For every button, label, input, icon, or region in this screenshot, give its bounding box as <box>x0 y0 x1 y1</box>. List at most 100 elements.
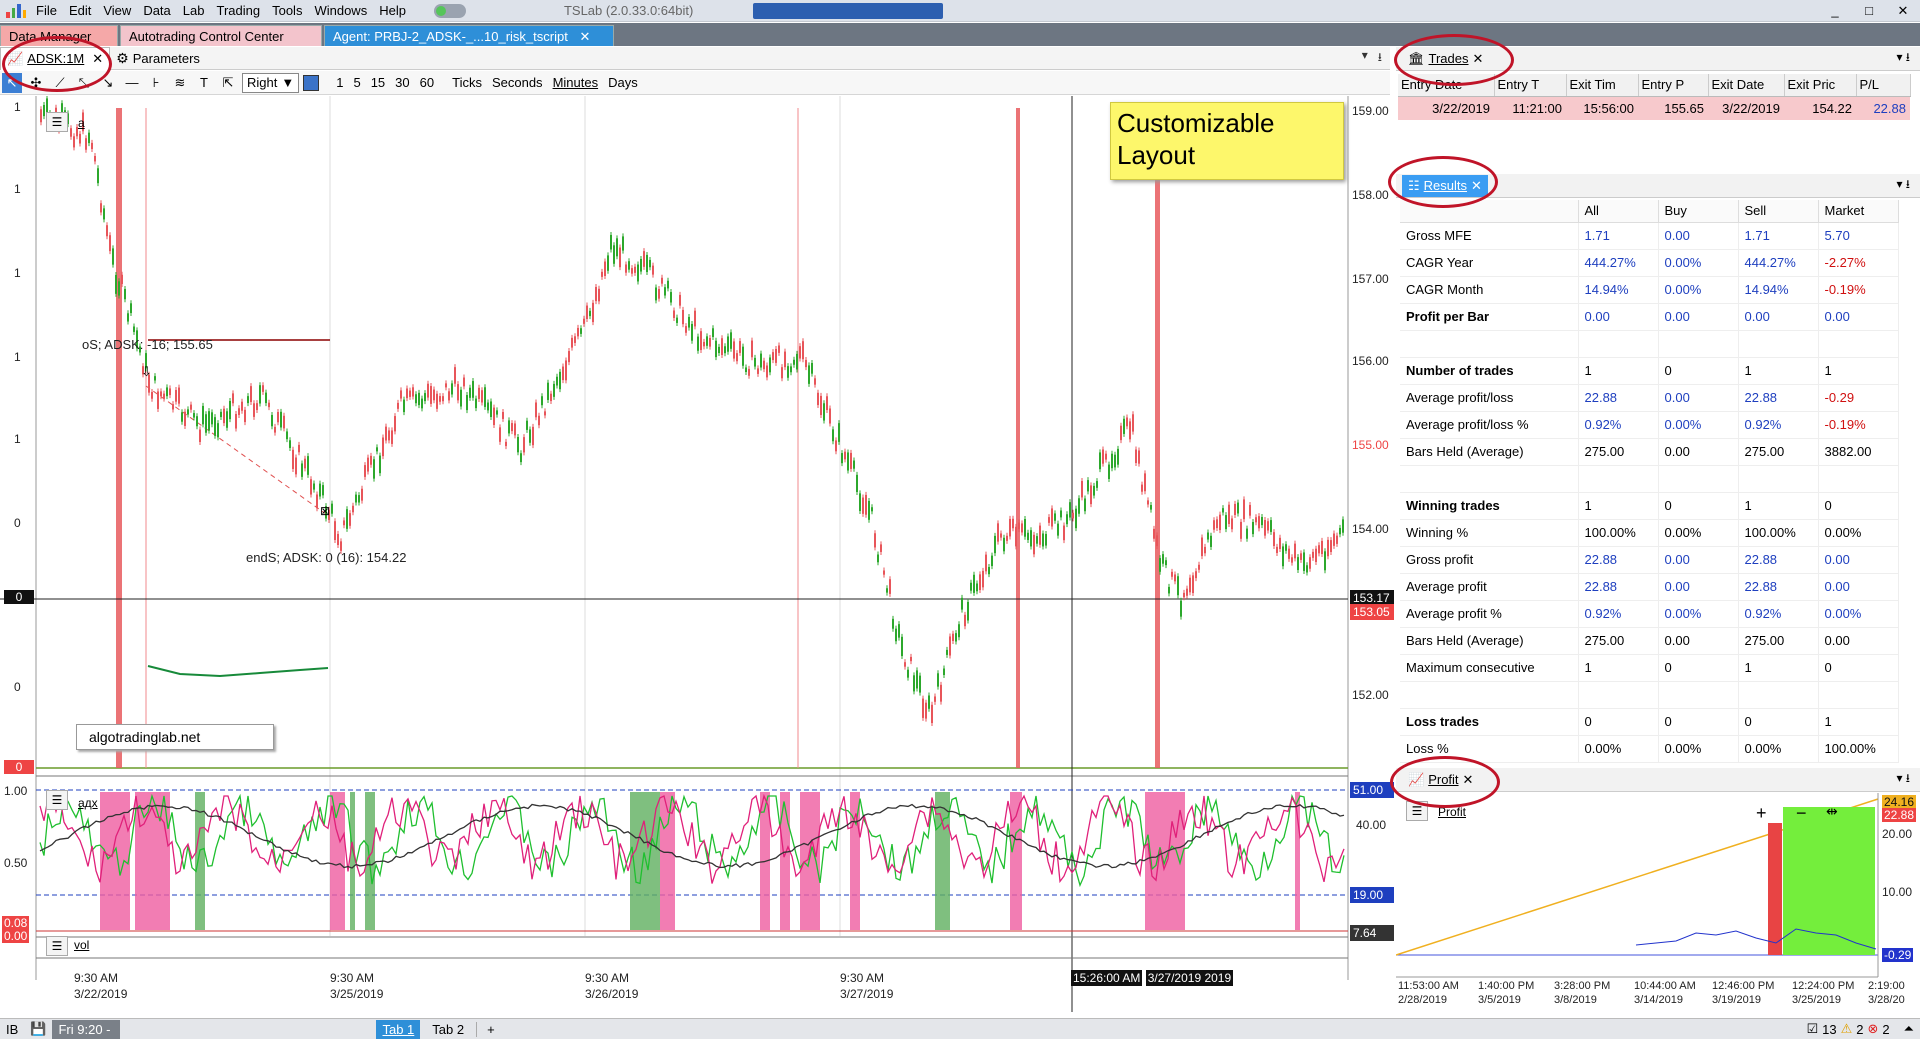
table-row[interactable]: Loss trades 0 0 0 1 <box>1400 708 1899 736</box>
column-header[interactable]: P/L <box>1856 74 1911 97</box>
text-tool-icon[interactable]: T <box>194 73 214 93</box>
maximize-icon[interactable]: □ <box>1852 0 1886 22</box>
column-header[interactable]: Entry P <box>1638 74 1709 97</box>
column-header[interactable]: All <box>1578 200 1659 223</box>
fibonacci-tool-icon[interactable]: ≋ <box>170 73 190 93</box>
table-row[interactable] <box>1400 330 1899 358</box>
menu-file[interactable]: File <box>30 0 63 22</box>
fit-icon[interactable]: ⇹ <box>1826 803 1838 820</box>
warn-count[interactable]: 2 <box>1856 1022 1863 1037</box>
table-row[interactable]: Number of trades 1 0 1 1 <box>1400 357 1899 385</box>
table-row[interactable]: Average profit/loss 22.88 0.00 22.88 -0.29 <box>1400 384 1899 412</box>
timeframe-5[interactable]: 5 <box>350 75 363 90</box>
tab-trades[interactable]: 🏛 Trades ✕ <box>1402 48 1489 70</box>
timeframe-15[interactable]: 15 <box>368 75 388 90</box>
chart-area[interactable]: 1 1 1 1 1 0 0 0 0 1.00 0.50 0.08 0.00 15… <box>0 96 1394 1012</box>
column-header[interactable]: Entry Date <box>1398 74 1495 97</box>
plus-icon[interactable]: + <box>1756 803 1767 824</box>
table-row[interactable]: Winning trades 1 0 1 0 <box>1400 492 1899 520</box>
menu-edit[interactable]: Edit <box>63 0 97 22</box>
chevron-down-icon[interactable]: ▾ <box>1362 48 1368 69</box>
expand-icon[interactable]: ⏶ <box>1904 1021 1914 1037</box>
customizable-layout-note[interactable]: Customizable Layout <box>1110 102 1344 180</box>
error-count[interactable]: 2 <box>1882 1022 1889 1037</box>
table-row[interactable]: Bars Held (Average) 275.00 0.00 275.00 3882.… <box>1400 438 1899 466</box>
tab-profit[interactable]: 📈 Profit ✕ <box>1402 769 1479 791</box>
arrow-line-tool-icon[interactable]: ↘ <box>98 73 118 93</box>
pane-menu-icon[interactable]: ☰ <box>46 790 68 810</box>
tab-1[interactable]: Tab 1 <box>376 1019 421 1039</box>
mode-seconds[interactable]: Seconds <box>489 75 546 90</box>
table-row[interactable]: Average profit/loss % 0.92% 0.00% 0.92% -0.1… <box>1400 411 1899 439</box>
tab-parameters[interactable]: ⚙ Parameters <box>110 47 206 70</box>
save-icon[interactable]: 💾 <box>24 1021 52 1037</box>
mode-days[interactable]: Days <box>605 75 641 90</box>
tab-data-manager[interactable]: Data Manager <box>0 25 118 46</box>
column-header[interactable]: Exit Tim <box>1566 74 1639 97</box>
table-row[interactable]: Average profit % 0.92% 0.00% 0.92% 0.00% <box>1400 600 1899 628</box>
table-row[interactable] <box>1400 681 1899 709</box>
tab-symbol[interactable]: 📈 ADSK:1M ✕ <box>0 46 111 70</box>
table-row[interactable]: CAGR Month 14.94% 0.00% 14.94% -0.19% <box>1400 276 1899 304</box>
vertical-line-tool-icon[interactable]: ⊦ <box>146 73 166 93</box>
menu-windows[interactable]: Windows <box>308 0 373 22</box>
table-row[interactable]: Average profit 22.88 0.00 22.88 0.00 <box>1400 573 1899 601</box>
column-header[interactable]: Exit Pric <box>1784 74 1857 97</box>
column-header[interactable]: Exit Date <box>1708 74 1785 97</box>
table-row[interactable]: CAGR Year 444.27% 0.00% 444.27% -2.27% <box>1400 249 1899 277</box>
select-tool-icon[interactable]: ⇱ <box>218 73 238 93</box>
table-row[interactable]: Gross MFE 1.71 0.00 1.71 5.70 <box>1400 222 1899 250</box>
table-row[interactable]: Loss % 0.00% 0.00% 0.00% 100.00% <box>1400 735 1899 763</box>
profit-chart-area[interactable]: ☰ Profit + − ⇹ 24.16 22.88 20.00 10.00 -… <box>1395 793 1920 1017</box>
ray-tool-icon[interactable]: ⤡ <box>74 73 94 93</box>
table-row[interactable]: Gross profit 22.88 0.00 22.88 0.00 <box>1400 546 1899 574</box>
menu-lab[interactable]: Lab <box>177 0 211 22</box>
download-icon[interactable]: ⭳ <box>1378 48 1382 69</box>
column-header[interactable]: Entry T <box>1494 74 1567 97</box>
minimize-icon[interactable]: _ <box>1818 0 1852 22</box>
pane-menu-icon[interactable]: ☰ <box>46 112 68 132</box>
tab-2[interactable]: Tab 2 <box>424 1022 472 1037</box>
pane-menu-icon[interactable]: ☰ <box>46 936 68 956</box>
table-row[interactable]: Profit per Bar 0.00 0.00 0.00 0.00 <box>1400 303 1899 331</box>
add-tab-button[interactable]: + <box>476 1021 505 1037</box>
tab-results[interactable]: ☷ Results ✕ <box>1402 174 1488 197</box>
table-row[interactable]: 3/22/2019 11:21:00 15:56:00 155.65 3/22/… <box>1398 96 1910 120</box>
menu-data[interactable]: Data <box>137 0 176 22</box>
ok-count[interactable]: 13 <box>1822 1022 1836 1037</box>
timeframe-60[interactable]: 60 <box>417 75 437 90</box>
table-row[interactable]: Winning % 100.00% 0.00% 100.00% 0.00% <box>1400 519 1899 547</box>
close-icon[interactable]: ✕ <box>1471 178 1482 194</box>
column-header[interactable]: Market <box>1818 200 1899 223</box>
close-icon[interactable]: ✕ <box>579 29 590 44</box>
minus-icon[interactable]: − <box>1796 803 1807 824</box>
column-header[interactable]: Sell <box>1738 200 1819 223</box>
tab-agent[interactable]: Agent: PRBJ-2_ADSK-_...10_risk_tscript ✕ <box>324 25 614 46</box>
table-row[interactable]: Maximum consecutive 1 0 1 0 <box>1400 654 1899 682</box>
price-chart-canvas[interactable] <box>0 96 1390 1012</box>
timeframe-30[interactable]: 30 <box>392 75 412 90</box>
align-dropdown[interactable]: Right ▼ <box>242 72 300 93</box>
close-icon[interactable]: ✕ <box>1886 0 1920 22</box>
trendline-tool-icon[interactable]: ⟋ <box>50 73 70 93</box>
download-icon[interactable]: ▾ ⭳ <box>1896 175 1920 196</box>
horizontal-line-tool-icon[interactable]: — <box>122 73 142 93</box>
pointer-tool-icon[interactable]: ↖ <box>2 72 22 93</box>
close-icon[interactable]: ✕ <box>92 47 103 70</box>
menu-help[interactable]: Help <box>373 0 412 22</box>
download-icon[interactable]: ▾ ⭳ <box>1896 48 1920 69</box>
mode-minutes[interactable]: Minutes <box>550 75 602 90</box>
table-row[interactable] <box>1400 465 1899 493</box>
mode-ticks[interactable]: Ticks <box>449 75 485 90</box>
download-icon[interactable]: ▾ ⭳ <box>1896 769 1920 790</box>
close-icon[interactable]: ✕ <box>1463 772 1474 788</box>
timeframe-1[interactable]: 1 <box>333 75 346 90</box>
crosshair-tool-icon[interactable]: ✣ <box>26 73 46 93</box>
menu-trading[interactable]: Trading <box>210 0 266 22</box>
column-header[interactable]: Buy <box>1658 200 1739 223</box>
pane-menu-icon[interactable]: ☰ <box>1406 801 1428 821</box>
color-swatch[interactable] <box>303 74 320 91</box>
close-icon[interactable]: ✕ <box>1473 51 1484 67</box>
tab-autotrading-control-center[interactable]: Autotrading Control Center <box>120 25 322 46</box>
table-row[interactable]: Bars Held (Average) 275.00 0.00 275.00 0.00 <box>1400 627 1899 655</box>
